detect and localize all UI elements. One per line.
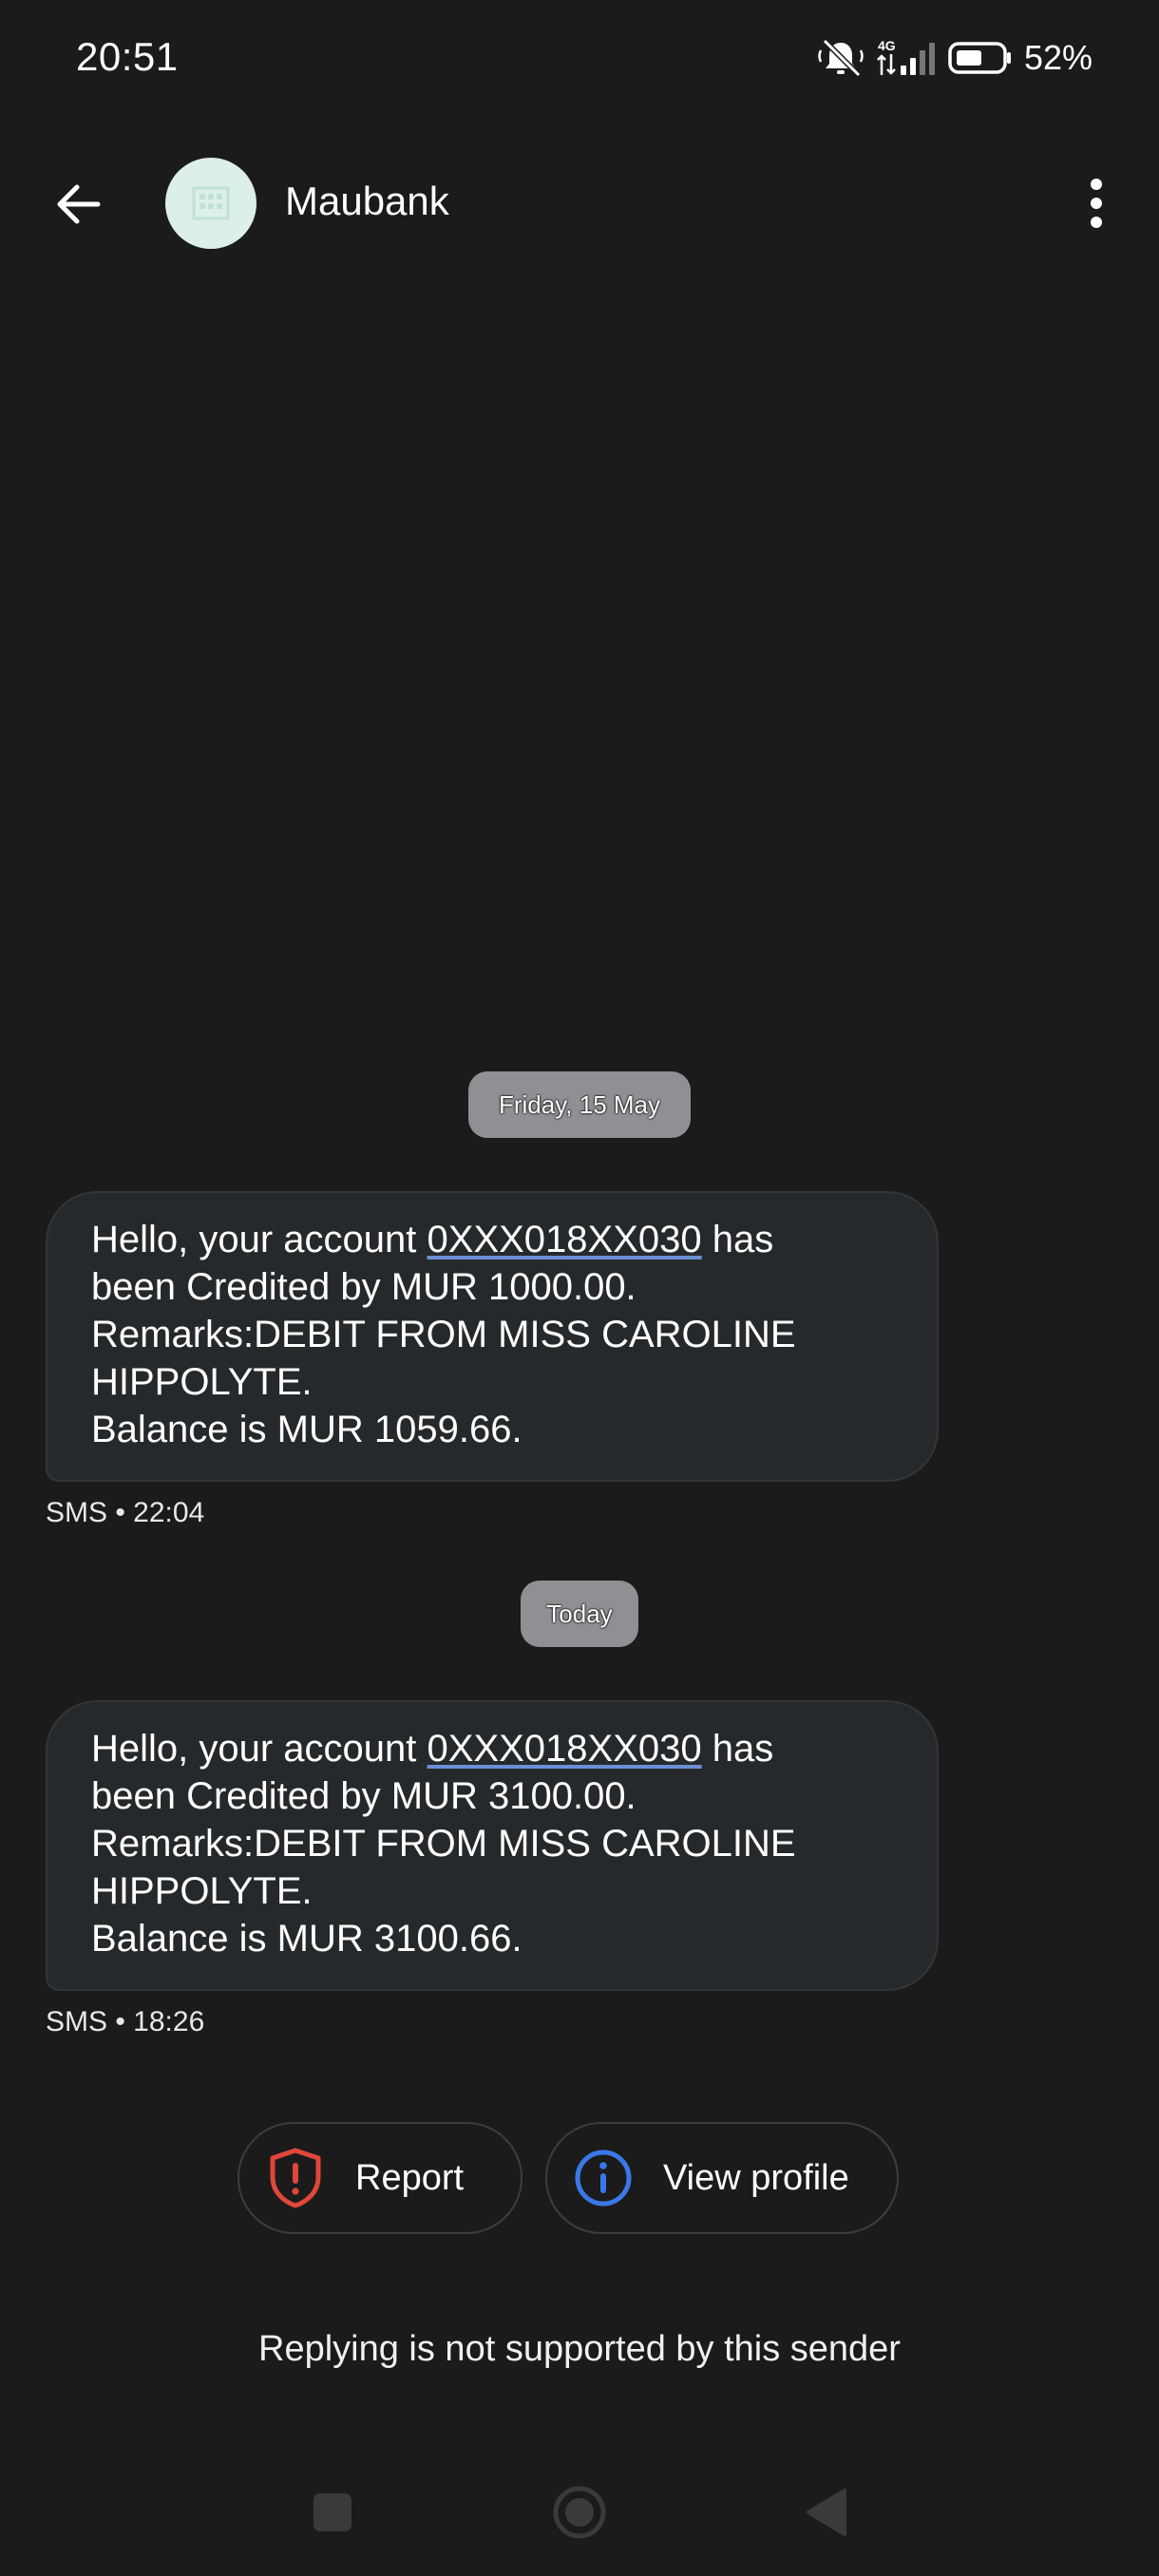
message-bubble[interactable]: Hello, your account 0XXX018XX030 has bee… [46,1700,939,1991]
info-icon [572,2147,635,2209]
battery-percentage: 52% [1023,38,1092,77]
account-number-link[interactable]: 0XXX018XX030 [428,1728,702,1770]
building-icon [192,186,230,220]
message-line: been Credited by MUR 3100.00. [91,1775,636,1817]
app-bar: Maubank [0,142,1159,266]
battery-icon [948,41,1013,75]
message-line: been Credited by MUR 1000.00. [91,1266,636,1308]
account-number-link[interactable]: 0XXX018XX030 [428,1219,702,1260]
home-button[interactable] [546,2479,613,2546]
circle-icon [553,2486,606,2539]
message-meta: SMS • 22:04 [46,1497,205,1528]
message-line: Hello, your account 0XXX018XX030 has [91,1216,893,1263]
view-profile-button[interactable]: View profile [545,2122,899,2234]
status-time: 20:51 [76,34,179,79]
network-label: 4G [878,38,896,53]
message-line: Hello, your account 0XXX018XX030 has [91,1725,893,1772]
message-text: has [701,1728,774,1770]
message-bubble[interactable]: Hello, your account 0XXX018XX030 has bee… [46,1191,939,1482]
message-line: Balance is MUR 3100.66. [91,1918,522,1960]
triangle-back-icon [807,2489,846,2536]
recents-button[interactable] [299,2479,366,2546]
sender-name[interactable]: Maubank [285,179,449,224]
report-label: Report [355,2157,465,2198]
status-bar: 20:51 4G 52% [0,0,1159,123]
date-separator: Today [521,1581,638,1647]
message-text: has [701,1219,774,1260]
reply-not-supported-note: Replying is not supported by this sender [258,2329,901,2369]
more-options-button[interactable] [1062,169,1130,237]
message-line: HIPPOLYTE. [91,1870,313,1912]
date-separator: Friday, 15 May [468,1071,691,1138]
nav-back-button[interactable] [793,2479,860,2546]
message-text: Hello, your account [91,1728,428,1770]
mute-icon [817,37,864,79]
back-arrow-icon [57,184,101,224]
more-vert-icon [1091,179,1102,228]
signal-icon: 4G [876,37,937,79]
message-line: Remarks:DEBIT FROM MISS CAROLINE [91,1314,796,1355]
view-profile-label: View profile [663,2157,849,2198]
report-shield-icon [264,2147,327,2209]
avatar[interactable] [165,158,256,249]
square-icon [314,2493,352,2531]
report-button[interactable]: Report [238,2122,522,2234]
message-meta: SMS • 18:26 [46,2006,205,2037]
message-text: Hello, your account [91,1219,428,1260]
message-line: Remarks:DEBIT FROM MISS CAROLINE [91,1823,796,1865]
back-button[interactable] [46,171,112,237]
navigation-bar [0,2460,1159,2555]
message-line: HIPPOLYTE. [91,1361,313,1403]
message-line: Balance is MUR 1059.66. [91,1409,522,1450]
status-icons: 4G 52% [817,34,1092,82]
